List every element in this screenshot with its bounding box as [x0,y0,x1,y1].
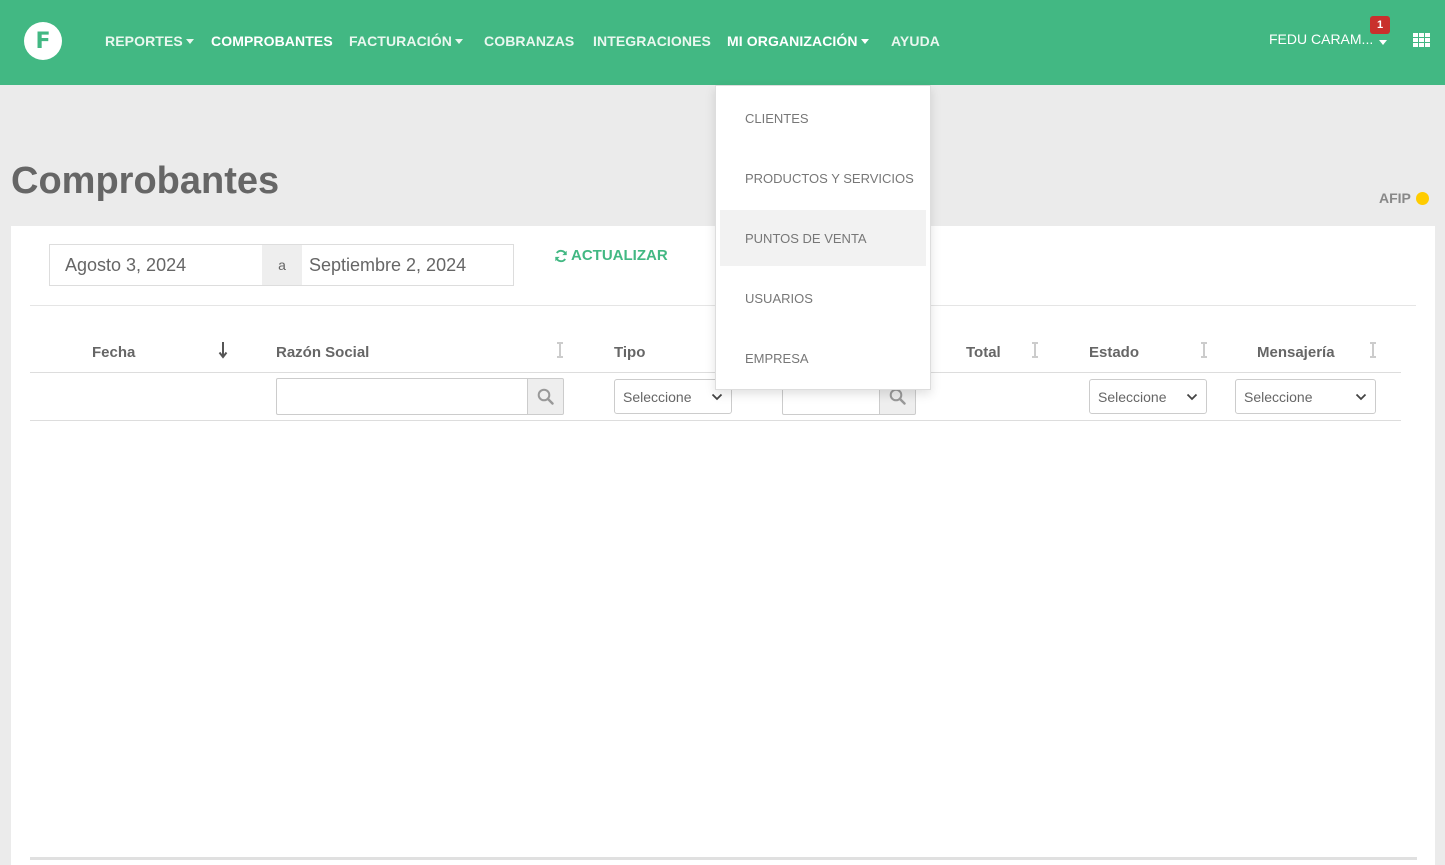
razon-social-search-button[interactable] [527,378,564,415]
column-header-total[interactable]: Total [966,344,1001,361]
caret-down-icon [860,39,869,44]
date-range-picker[interactable]: Agosto 3, 2024 a Septiembre 2, 2024 [49,244,514,286]
dropdown-item-productos-servicios[interactable]: PRODUCTOS Y SERVICIOS [720,150,926,206]
date-range-separator: a [262,245,302,285]
sort-icon[interactable] [1199,341,1209,359]
search-icon [537,388,554,405]
page-title: Comprobantes [11,160,280,202]
nav-comprobantes[interactable]: COMPROBANTES [211,33,333,49]
status-dot-icon [1415,191,1429,205]
dropdown-item-puntos-de-venta[interactable]: PUNTOS DE VENTA [720,210,926,266]
nav-facturacion[interactable]: FACTURACIÓN [349,33,463,49]
column-header-razon-social[interactable]: Razón Social [276,344,369,361]
grid-icon[interactable] [1413,33,1430,47]
date-from-input[interactable]: Agosto 3, 2024 [50,245,262,285]
nav-reportes[interactable]: REPORTES [105,33,194,49]
date-to-input[interactable]: Septiembre 2, 2024 [302,245,513,285]
afip-status[interactable]: AFIP [1379,190,1429,206]
user-menu[interactable]: FEDU CARAM... [1269,31,1388,47]
mensajeria-filter-select[interactable]: Seleccione [1235,379,1376,414]
column-header-mensajeria[interactable]: Mensajería [1257,344,1335,361]
nav-integraciones[interactable]: INTEGRACIONES [593,33,711,49]
sort-desc-icon[interactable] [218,341,228,359]
dropdown-item-clientes[interactable]: CLIENTES [720,90,926,146]
column-header-tipo[interactable]: Tipo [614,344,645,361]
estado-filter-select[interactable]: Seleccione [1089,379,1207,414]
chevron-down-icon [1186,393,1198,401]
refresh-icon [555,249,567,262]
caret-down-icon [454,39,463,44]
column-header-estado[interactable]: Estado [1089,344,1139,361]
search-icon [889,388,906,405]
brand-logo[interactable]: F [24,22,62,60]
sort-icon[interactable] [1368,341,1378,359]
sort-icon[interactable] [555,341,565,359]
mi-organizacion-dropdown: CLIENTES PRODUCTOS Y SERVICIOS PUNTOS DE… [715,85,931,390]
divider [30,420,1401,421]
nav-cobranzas[interactable]: COBRANZAS [484,33,574,49]
notification-badge[interactable]: 1 [1370,16,1390,34]
chevron-down-icon [1355,393,1367,401]
dropdown-item-empresa[interactable]: EMPRESA [720,330,926,386]
dropdown-item-usuarios[interactable]: USUARIOS [720,270,926,326]
razon-social-filter-input[interactable] [276,378,528,415]
column-header-fecha[interactable]: Fecha [92,344,135,361]
top-navbar: F REPORTES COMPROBANTES FACTURACIÓN COBR… [0,0,1445,85]
panel-bottom-border [30,857,1417,860]
nav-mi-organizacion[interactable]: MI ORGANIZACIÓN [727,33,869,49]
refresh-button[interactable]: ACTUALIZAR [554,247,668,264]
sort-icon[interactable] [1030,341,1040,359]
nav-ayuda[interactable]: AYUDA [891,33,940,49]
caret-down-icon [185,39,194,44]
chevron-down-icon [711,393,723,401]
caret-down-icon [1379,39,1388,45]
